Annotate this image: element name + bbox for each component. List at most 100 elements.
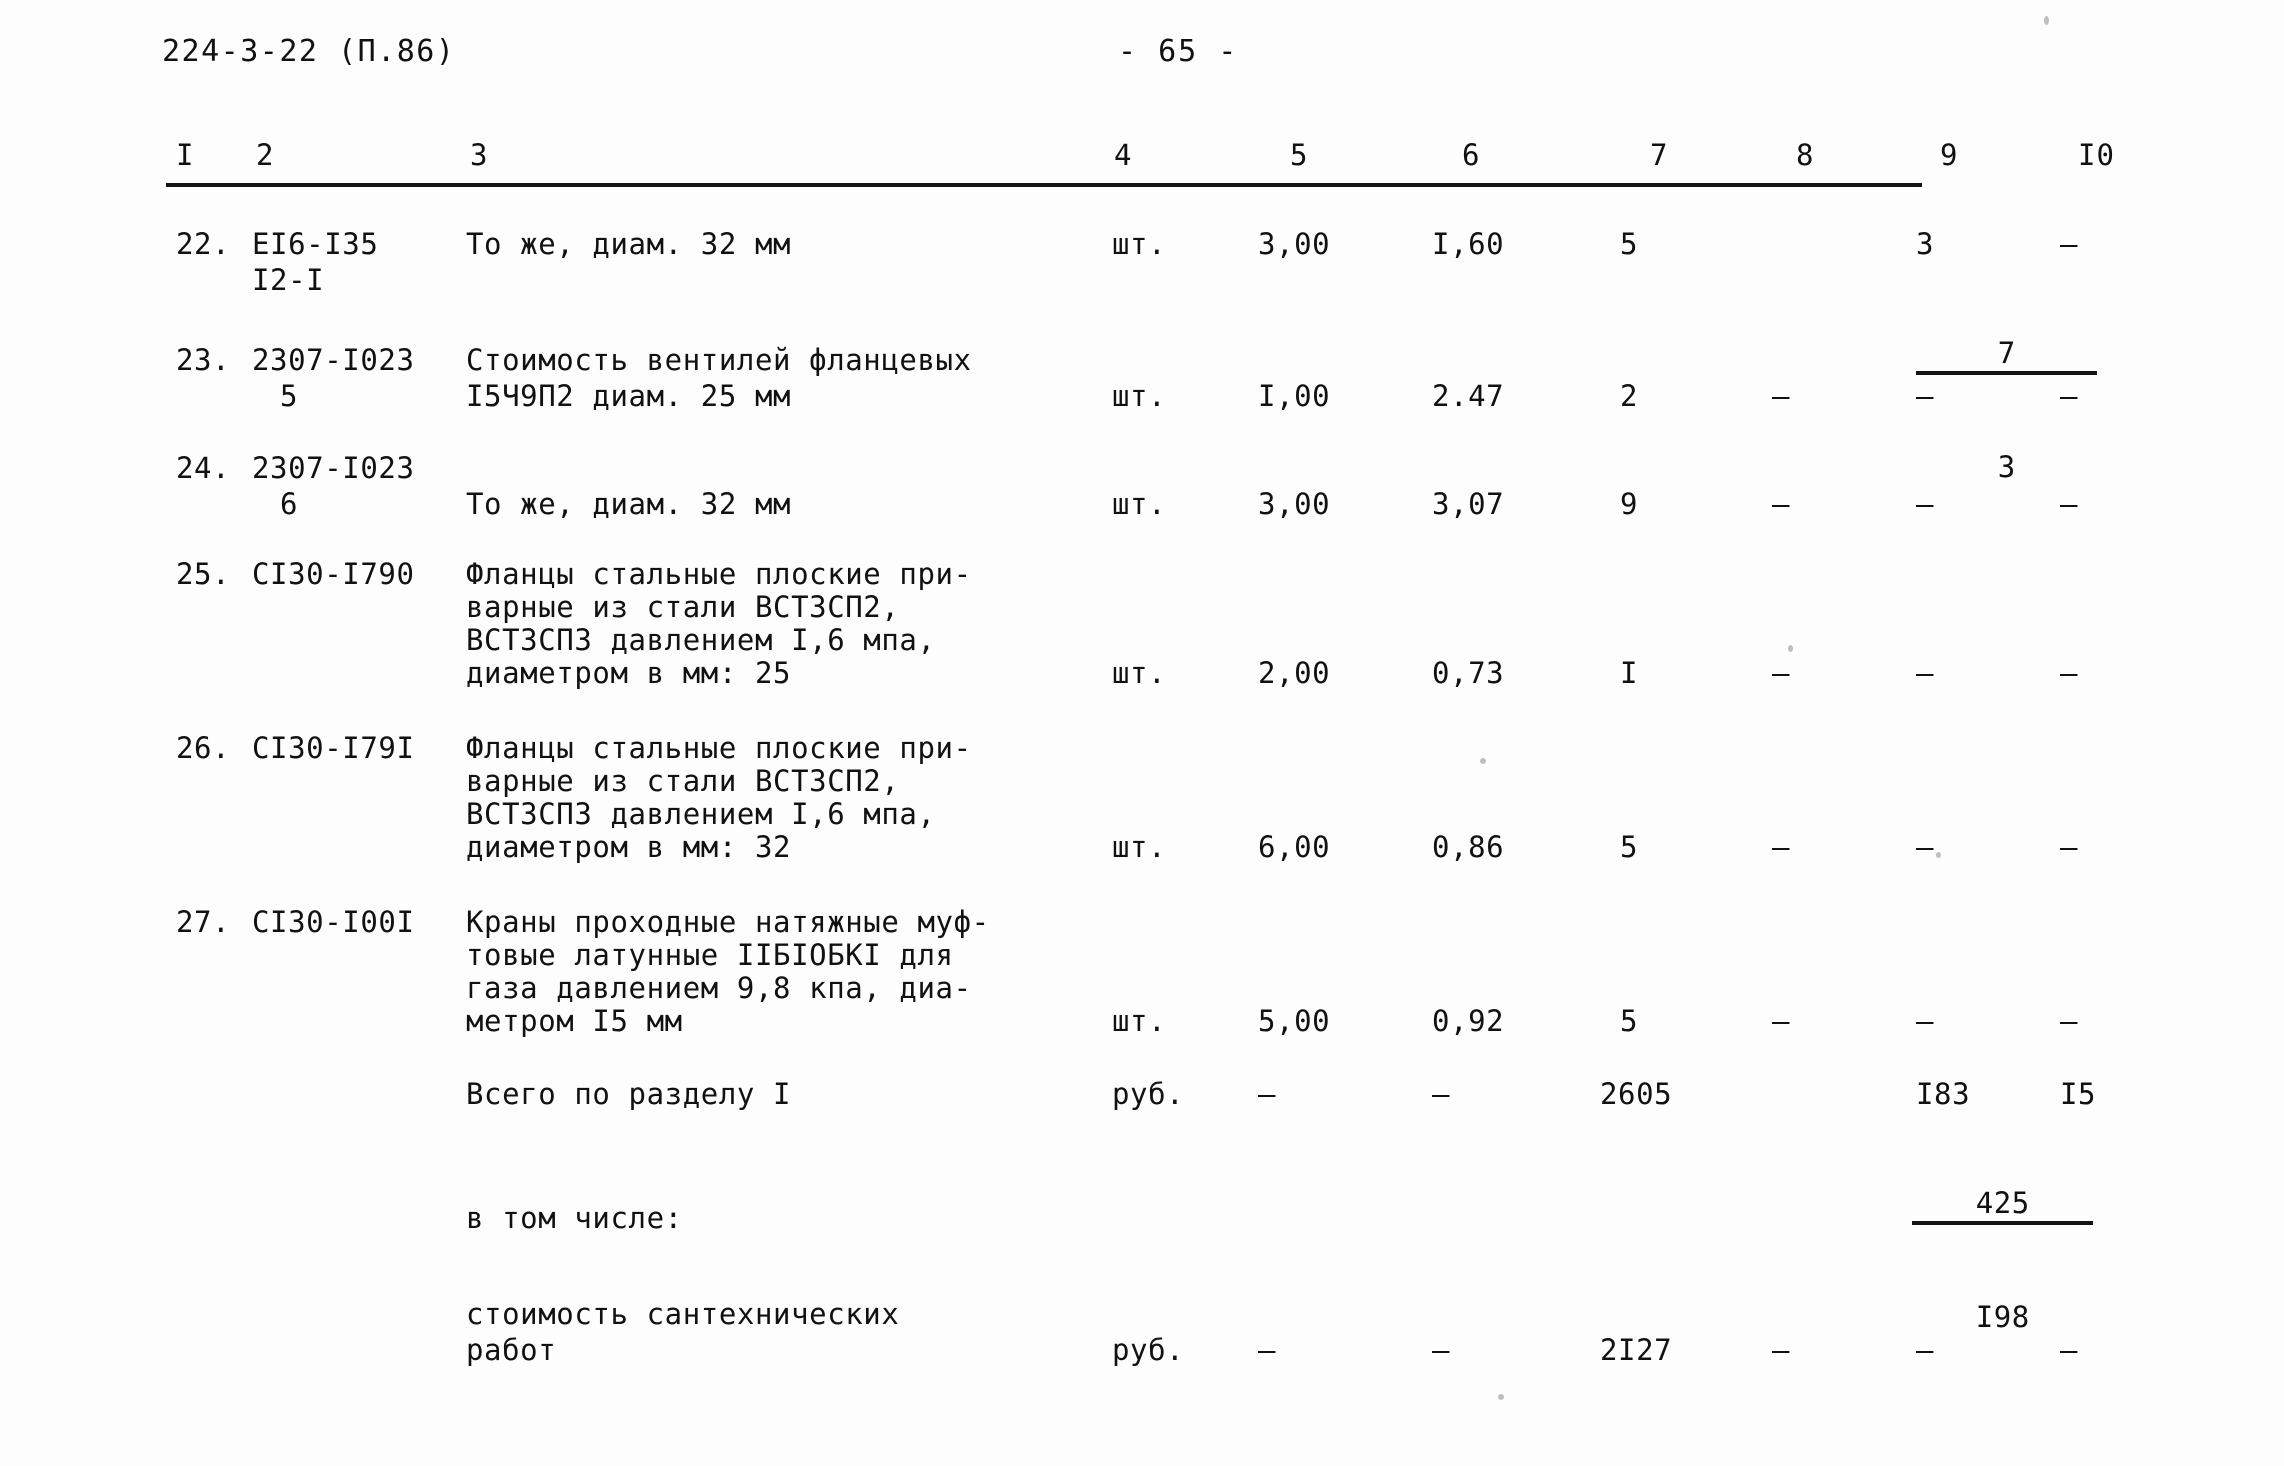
row-col6: 2.47	[1432, 379, 1505, 413]
scan-speck	[1936, 852, 1941, 858]
column-header-9: 9	[1940, 138, 1959, 172]
row-col8: –	[1772, 656, 1791, 690]
row-col8: –	[1772, 379, 1791, 413]
column-header-5: 5	[1290, 138, 1309, 172]
total-col9: I83	[1916, 1077, 1971, 1111]
total-col5: –	[1258, 1077, 1277, 1111]
row-col7: 5	[1620, 1004, 1639, 1038]
total-col6: –	[1432, 1077, 1451, 1111]
row-col9: –	[1916, 487, 1935, 521]
subtotal-col10: –	[2060, 1333, 2079, 1367]
row-number: 24.	[176, 451, 231, 485]
table-row: 24. 2307-I023 6 То же, диам. 32 мм шт. 3…	[0, 449, 2284, 555]
scan-speck	[1788, 645, 1793, 652]
row-col6: I,60	[1432, 227, 1505, 261]
row-col10: –	[2060, 379, 2079, 413]
table-row: 26. СI30-I79I Фланцы стальные плоские пр…	[0, 729, 2284, 903]
row-code-line1: 2307-I023	[252, 343, 415, 377]
row-description-line4: метром I5 мм	[466, 1004, 683, 1038]
total-label: Всего по разделу I	[466, 1077, 792, 1111]
row-col8: –	[1772, 830, 1791, 864]
row-col6: 0,73	[1432, 656, 1505, 690]
page-header: 224-3-22 (П.86) - 65 -	[0, 34, 2284, 84]
row-col10: –	[2060, 1004, 2079, 1038]
column-header-6: 6	[1462, 138, 1481, 172]
total-col10: I5	[2060, 1077, 2097, 1111]
row-number: 26.	[176, 731, 231, 765]
subtotal-col6: –	[1432, 1333, 1451, 1367]
row-col5: 5,00	[1258, 1004, 1331, 1038]
row-description-line4: диаметром в мм: 32	[466, 830, 792, 864]
document-code: 224-3-22 (П.86)	[162, 34, 456, 69]
row-col10: –	[2060, 487, 2079, 521]
row-col10: –	[2060, 227, 2079, 261]
row-col7: 9	[1620, 487, 1639, 521]
row-unit: шт.	[1112, 227, 1167, 261]
row-unit: шт.	[1112, 656, 1167, 690]
row-number: 27.	[176, 905, 231, 939]
table-body: 22. EI6-I35 I2-I То же, диам. 32 мм шт. …	[0, 225, 2284, 1385]
subtotal-label-line1: стоимость сантехнических	[466, 1297, 900, 1331]
column-header-7: 7	[1650, 138, 1669, 172]
page-number: - 65 -	[1118, 34, 1239, 69]
subtotal-col8: –	[1772, 1333, 1791, 1367]
row-col8: –	[1772, 1004, 1791, 1038]
row-col9: –	[1916, 830, 1935, 864]
table-subtotal-row: стоимость сантехнических работ руб. – – …	[0, 1295, 2284, 1385]
document-page: 224-3-22 (П.86) - 65 - I 2 3 4 5 6 7 8 9…	[0, 0, 2284, 1466]
total-col7: 2605	[1600, 1077, 1673, 1111]
including-section: в том числе:	[0, 1199, 2284, 1295]
row-code-line1: СI30-I00I	[252, 905, 415, 939]
header-rule	[166, 183, 1922, 187]
row-number: 25.	[176, 557, 231, 591]
table-row: 23. 2307-I023 5 Стоимость вентилей фланц…	[0, 341, 2284, 449]
row-unit: шт.	[1112, 1004, 1167, 1038]
table-column-headers: I 2 3 4 5 6 7 8 9 I0	[0, 138, 2284, 184]
subtotal-col9: –	[1916, 1333, 1935, 1367]
row-code-line2: 5	[280, 379, 299, 413]
table-row: 25. СI30-I790 Фланцы стальные плоские пр…	[0, 555, 2284, 729]
row-col7: 5	[1620, 830, 1639, 864]
row-col7: 2	[1620, 379, 1639, 413]
row-col5: 6,00	[1258, 830, 1331, 864]
row-col8: –	[1772, 487, 1791, 521]
total-unit: руб.	[1112, 1077, 1185, 1111]
row-description-line2: I5Ч9П2 диам. 25 мм	[466, 379, 792, 413]
row-col7: I	[1620, 656, 1639, 690]
row-col6: 3,07	[1432, 487, 1505, 521]
table-row: 27. СI30-I00I Краны проходные натяжные м…	[0, 903, 2284, 1075]
row-code-line1: СI30-I79I	[252, 731, 415, 765]
including-label: в том числе:	[466, 1201, 683, 1235]
row-number: 22.	[176, 227, 231, 261]
subtotal-unit: руб.	[1112, 1333, 1185, 1367]
row-col10: –	[2060, 830, 2079, 864]
row-code-line1: СI30-I790	[252, 557, 415, 591]
row-col5: 3,00	[1258, 227, 1331, 261]
scan-speck	[1498, 1394, 1504, 1400]
row-col9: –	[1916, 1004, 1935, 1038]
row-description: То же, диам. 32 мм	[466, 227, 792, 261]
row-col5: I,00	[1258, 379, 1331, 413]
column-header-1: I	[176, 138, 195, 172]
row-col9: 3	[1916, 227, 1935, 261]
row-col6: 0,92	[1432, 1004, 1505, 1038]
row-unit: шт.	[1112, 487, 1167, 521]
row-code-line1: EI6-I35	[252, 227, 379, 261]
row-unit: шт.	[1112, 830, 1167, 864]
row-description-line4: диаметром в мм: 25	[466, 656, 792, 690]
column-header-2: 2	[256, 138, 275, 172]
row-col10: –	[2060, 656, 2079, 690]
row-col6: 0,86	[1432, 830, 1505, 864]
subtotal-col5: –	[1258, 1333, 1277, 1367]
scan-speck	[2044, 16, 2049, 25]
row-description: То же, диам. 32 мм	[466, 487, 792, 521]
row-description-line1: Стоимость вентилей фланцевых	[466, 343, 972, 377]
table-total-row: Всего по разделу I руб. – – 2605 425 I98…	[0, 1075, 2284, 1334]
column-header-4: 4	[1114, 138, 1133, 172]
row-col5: 2,00	[1258, 656, 1331, 690]
row-code-line2: 6	[280, 487, 299, 521]
scan-speck	[1480, 758, 1486, 764]
column-header-3: 3	[470, 138, 489, 172]
row-col9: –	[1916, 656, 1935, 690]
row-code-line1: 2307-I023	[252, 451, 415, 485]
